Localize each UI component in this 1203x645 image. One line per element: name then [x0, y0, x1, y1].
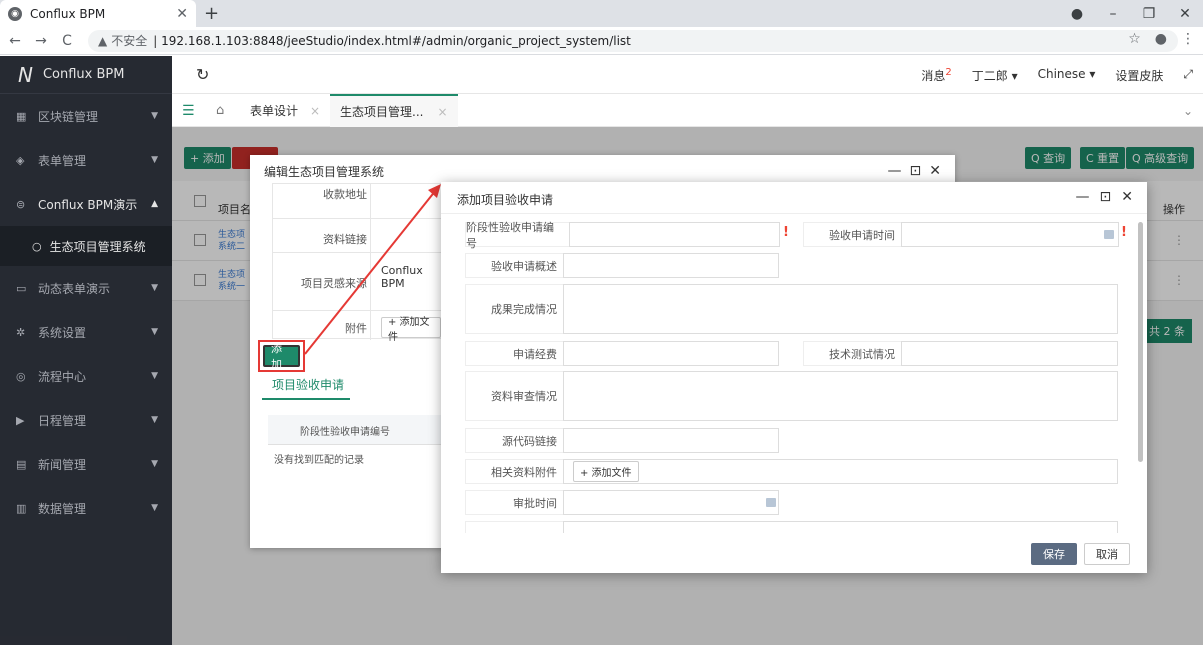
field-label: 技术测试情况	[803, 341, 901, 366]
field-label: 验收申请时间	[803, 222, 901, 247]
dialog-title: 添加项目验收申请	[457, 193, 554, 207]
field-label: 审批时间	[465, 490, 563, 515]
close-icon[interactable]: ✕	[1121, 189, 1133, 205]
review-textarea[interactable]	[563, 371, 1118, 421]
minimize-icon[interactable]: —	[1076, 189, 1090, 205]
tech-test-input[interactable]	[901, 341, 1118, 366]
fee-input[interactable]	[563, 341, 779, 366]
field-label: 源代码链接	[465, 428, 563, 453]
required-icon: !	[783, 225, 789, 240]
next-field-input[interactable]	[563, 521, 1118, 533]
result-textarea[interactable]	[563, 284, 1118, 334]
field-label: 申请经费	[465, 341, 563, 366]
field-label: 验收申请概述	[465, 253, 563, 278]
source-link-input[interactable]	[563, 428, 779, 453]
field-label: 相关资料附件	[465, 459, 563, 484]
add-acceptance-dialog: 添加项目验收申请 — ⊡ ✕ 阶段性验收申请编号 ! 验收申请时间 ! 验收申请…	[441, 182, 1147, 573]
dialog-header: 添加项目验收申请 — ⊡ ✕	[441, 182, 1147, 214]
dialog-body: 阶段性验收申请编号 ! 验收申请时间 ! 验收申请概述 成果完成情况 申请经费 …	[441, 215, 1147, 533]
calendar-icon[interactable]	[766, 498, 776, 507]
field-label: 成果完成情况	[465, 284, 563, 334]
dialog-controls: — ⊡ ✕	[1076, 189, 1133, 205]
calendar-icon[interactable]	[1104, 230, 1114, 239]
maximize-icon[interactable]: ⊡	[1100, 189, 1112, 205]
approve-time-input[interactable]	[563, 490, 779, 515]
summary-input[interactable]	[563, 253, 779, 278]
dialog-footer: 保存 取消	[441, 533, 1147, 573]
cancel-button[interactable]: 取消	[1084, 543, 1130, 565]
add-file-button[interactable]: + 添加文件	[573, 461, 639, 482]
save-button[interactable]: 保存	[1031, 543, 1077, 565]
required-icon: !	[1121, 225, 1127, 240]
apply-time-input[interactable]	[901, 222, 1119, 247]
attachment-field	[563, 459, 1118, 484]
field-label: 阶段性验收申请编号	[465, 221, 569, 250]
scrollbar[interactable]	[1138, 222, 1143, 462]
field-label: 资料审查情况	[465, 371, 563, 421]
stage-no-input[interactable]	[569, 222, 780, 247]
